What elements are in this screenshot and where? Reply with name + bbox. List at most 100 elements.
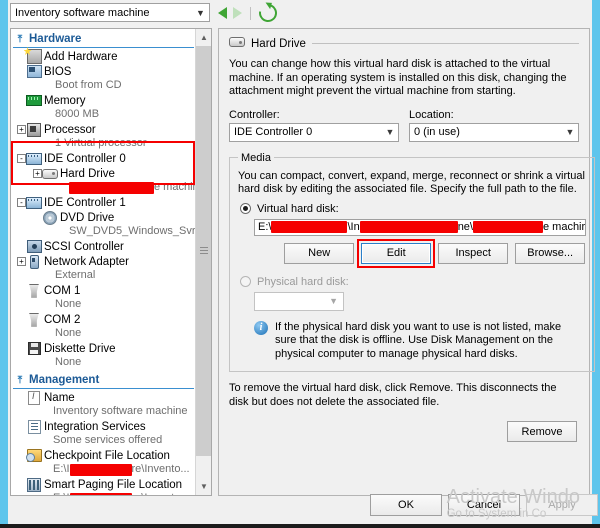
location-field: Location: 0 (in use) ▼ [409, 109, 579, 142]
scrollbar-thumb[interactable] [196, 46, 212, 456]
sidebar-item-subtext-redacted: E:\I re\Invento... [11, 463, 196, 477]
scroll-up-icon[interactable]: ▲ [196, 29, 212, 46]
edit-button[interactable]: Edit [361, 243, 431, 264]
sidebar-item-checkpoint-file-location[interactable]: Checkpoint File Location [11, 448, 196, 463]
physical-hard-disk-dropdown[interactable]: ▼ [254, 292, 344, 311]
controller-dropdown[interactable]: IDE Controller 0 ▼ [229, 123, 399, 142]
processor-icon [25, 123, 43, 137]
collapse-toggle[interactable]: - [17, 198, 26, 207]
collapse-chevrons-icon: ⤒ [13, 375, 27, 386]
location-value: 0 (in use) [410, 126, 562, 138]
controller-label: Controller: [229, 109, 399, 121]
expand-toggle[interactable]: + [17, 125, 26, 134]
sidebar-item-subtext: 8000 MB [11, 108, 196, 122]
info-text: If the physical hard disk you want to us… [275, 321, 582, 362]
sidebar-item-subtext: None [11, 298, 196, 312]
sidebar-item-label: Diskette Drive [43, 343, 116, 355]
sidebar-item-label: Checkpoint File Location [43, 450, 170, 462]
vm-selector-dropdown[interactable]: Inventory software machine ▼ [10, 3, 210, 22]
com-port-icon [25, 284, 43, 298]
remove-note: To remove the virtual hard disk, click R… [229, 382, 579, 409]
name-icon [25, 391, 43, 405]
collapse-chevrons-icon: ⤒ [13, 34, 27, 45]
sidebar-item-add-hardware[interactable]: Add Hardware [11, 49, 196, 64]
path-mid-1: \In [347, 221, 359, 233]
expand-toggle[interactable]: + [33, 169, 42, 178]
sidebar-item-com-2[interactable]: COM 2 [11, 312, 196, 327]
sidebar-item-ide-controller-1[interactable]: - IDE Controller 1 [11, 195, 196, 210]
scroll-down-icon[interactable]: ▼ [196, 478, 212, 495]
collapse-toggle[interactable]: - [17, 154, 26, 163]
sidebar-item-label: Integration Services [43, 421, 146, 433]
virtual-hard-disk-radio-row[interactable]: Virtual hard disk: [240, 203, 586, 215]
path-mid-2: ne\ [458, 221, 473, 233]
chevron-down-icon: ▼ [255, 296, 343, 306]
sidebar-item-processor[interactable]: + Processor [11, 122, 196, 137]
sidebar-item-dvd-drive[interactable]: DVD Drive [11, 210, 196, 225]
sidebar-item-memory[interactable]: Memory [11, 93, 196, 108]
expand-toggle[interactable]: + [17, 257, 26, 266]
ide-controller-icon [25, 196, 43, 210]
sidebar-item-name[interactable]: Name [11, 390, 196, 405]
smart-paging-icon [25, 478, 43, 492]
sidebar-item-diskette-drive[interactable]: Diskette Drive [11, 341, 196, 356]
section-label: Management [27, 374, 99, 386]
virtual-hard-disk-radio[interactable] [240, 203, 251, 214]
media-button-row: New Edit Inspect Browse... [238, 243, 586, 264]
refresh-icon[interactable] [255, 0, 280, 25]
sidebar-item-hard-drive[interactable]: + Hard Drive [11, 166, 196, 181]
memory-icon [25, 94, 43, 108]
panel-header: Hard Drive [229, 37, 579, 50]
controller-field: Controller: IDE Controller 0 ▼ [229, 109, 399, 142]
sidebar-item-label: Memory [43, 95, 86, 107]
forward-arrow-icon[interactable] [233, 7, 242, 19]
dvd-drive-icon [41, 211, 59, 225]
sidebar-item-subtext: None [11, 356, 196, 370]
sidebar-item-label: Name [43, 392, 75, 404]
remove-button[interactable]: Remove [507, 421, 577, 442]
browse-button[interactable]: Browse... [515, 243, 585, 264]
cancel-button[interactable]: Cancel [448, 494, 520, 516]
physical-hard-disk-radio-row[interactable]: Physical hard disk: [240, 276, 586, 288]
virtual-hard-disk-path-input[interactable]: E:\ \In ne\ e machir [254, 219, 586, 236]
tree-section-hardware[interactable]: ⤒ Hardware [13, 31, 194, 48]
sidebar-item-network-adapter[interactable]: + Network Adapter [11, 254, 196, 269]
controller-value: IDE Controller 0 [230, 126, 382, 138]
com-port-icon [25, 313, 43, 327]
sidebar-item-label: SCSI Controller [43, 241, 124, 253]
sidebar-item-subtext: 1 Virtual processor [11, 137, 196, 151]
chevron-down-icon: ▼ [192, 8, 209, 18]
diskette-drive-icon [25, 342, 43, 356]
dialog-button-bar: OK Cancel Apply [8, 494, 592, 518]
sidebar-item-com-1[interactable]: COM 1 [11, 283, 196, 298]
sidebar-item-ide-controller-0[interactable]: - IDE Controller 0 [11, 151, 196, 166]
back-arrow-icon[interactable] [218, 7, 227, 19]
physical-hard-disk-radio[interactable] [240, 276, 251, 287]
section-label: Hardware [27, 33, 81, 45]
network-adapter-icon [25, 255, 43, 269]
vm-settings-window: Inventory software machine ▼ ⤒ Hardware … [8, 0, 592, 524]
new-button[interactable]: New [284, 243, 354, 264]
sidebar-item-bios[interactable]: BIOS [11, 64, 196, 79]
page-title: Hard Drive [251, 38, 306, 50]
ok-button[interactable]: OK [370, 494, 442, 516]
edit-button-wrapper: Edit [361, 243, 431, 264]
virtual-hard-disk-label: Virtual hard disk: [257, 203, 339, 215]
location-dropdown[interactable]: 0 (in use) ▼ [409, 123, 579, 142]
header-divider [312, 43, 579, 44]
sidebar-scrollbar[interactable]: ▲ ▼ [195, 29, 211, 495]
hard-drive-icon [229, 37, 245, 50]
chevron-down-icon: ▼ [382, 127, 398, 137]
window-frame-left [0, 0, 8, 524]
media-group: Media You can compact, convert, expand, … [229, 152, 595, 373]
ide-controller-icon [25, 152, 43, 166]
hard-drive-settings-panel: Hard Drive You can change how this virtu… [218, 28, 590, 496]
info-icon: i [254, 321, 268, 335]
inspect-button[interactable]: Inspect [438, 243, 508, 264]
tree-section-management[interactable]: ⤒ Management [13, 372, 194, 389]
sidebar-item-smart-paging-file-location[interactable]: Smart Paging File Location [11, 477, 196, 492]
path-redaction-2 [360, 221, 458, 233]
sidebar-item-scsi-controller[interactable]: SCSI Controller [11, 239, 196, 254]
sidebar-item-integration-services[interactable]: Integration Services [11, 419, 196, 434]
sidebar-item-subtext: External [11, 269, 196, 283]
